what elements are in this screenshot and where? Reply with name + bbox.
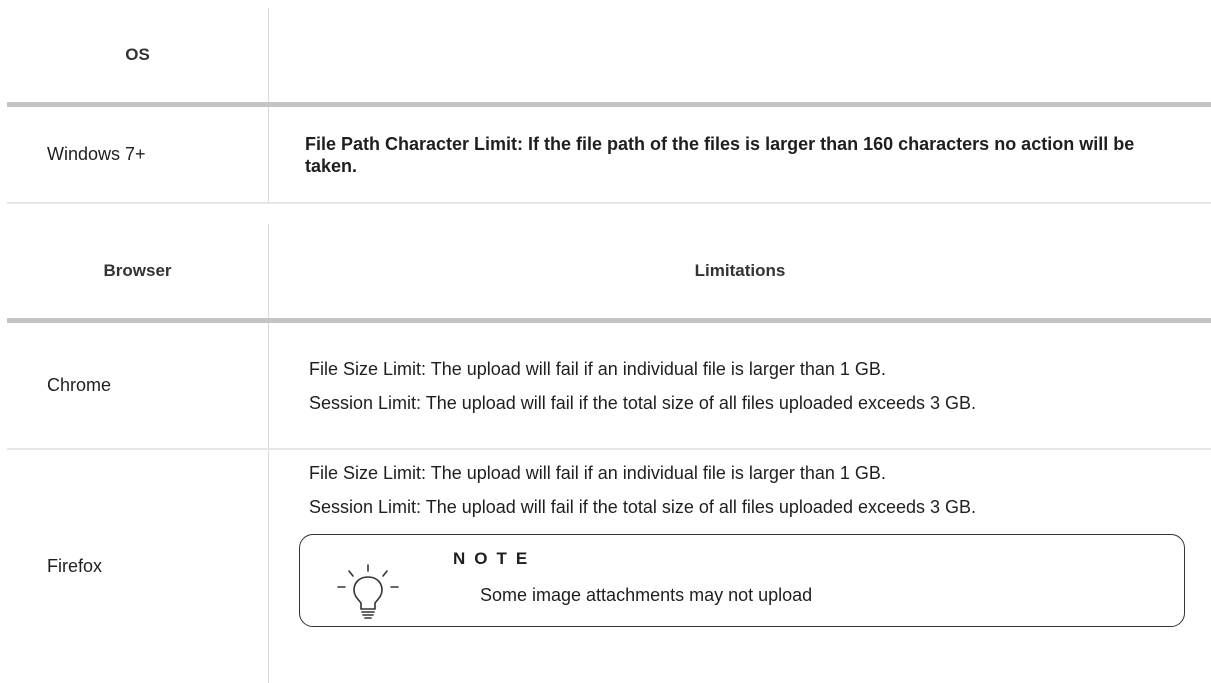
browser-limitations-cell: File Size Limit: The upload will fail if… bbox=[269, 450, 1211, 683]
table-row: Windows 7+ File Path Character Limit: If… bbox=[7, 107, 1211, 202]
note-title: NOTE bbox=[453, 549, 537, 568]
browser-table-header: Browser Limitations bbox=[7, 224, 1211, 318]
file-size-limit-text: File Size Limit: The upload will fail if… bbox=[309, 463, 886, 483]
note-callout: NOTE Some image attachments may not uplo… bbox=[299, 534, 1185, 627]
browser-name: Chrome bbox=[47, 375, 112, 395]
os-limitation-cell: File Path Character Limit: If the file p… bbox=[269, 107, 1211, 202]
browser-limitations-cell: File Size Limit: The upload will fail if… bbox=[269, 323, 1211, 448]
os-table-header: OS bbox=[7, 8, 1211, 102]
browser-table: Browser Limitations Chrome File Size Lim… bbox=[7, 224, 1211, 683]
session-limit-text: Session Limit: The upload will fail if t… bbox=[309, 392, 977, 413]
os-header-cell: OS bbox=[7, 8, 269, 102]
row-divider bbox=[7, 202, 1211, 204]
os-name-cell: Windows 7+ bbox=[7, 107, 269, 202]
lightbulb-icon bbox=[337, 564, 399, 619]
table-row: Firefox File Size Limit: The upload will… bbox=[7, 450, 1211, 683]
table-row: Chrome File Size Limit: The upload will … bbox=[7, 323, 1211, 448]
file-size-limit-text: File Size Limit: The upload will fail if… bbox=[309, 358, 886, 379]
os-table: OS Windows 7+ File Path Character Limit:… bbox=[7, 8, 1211, 204]
session-limit-text: Session Limit: The upload will fail if t… bbox=[309, 497, 977, 517]
browser-header-cell: Browser bbox=[7, 224, 269, 318]
browser-name-cell: Firefox bbox=[7, 450, 269, 683]
note-text: Some image attachments may not upload bbox=[480, 585, 813, 605]
limitations-header-cell: Limitations bbox=[269, 224, 1211, 318]
browser-header-label: Browser bbox=[103, 261, 172, 280]
browser-name-cell: Chrome bbox=[7, 323, 269, 448]
browser-name: Firefox bbox=[47, 556, 103, 576]
os-limitations-header-cell bbox=[269, 8, 1211, 102]
os-limitation-text: File Path Character Limit: If the file p… bbox=[305, 133, 1135, 176]
os-header-label: OS bbox=[125, 45, 150, 64]
limitations-header-label: Limitations bbox=[694, 261, 786, 280]
os-name: Windows 7+ bbox=[47, 144, 146, 164]
